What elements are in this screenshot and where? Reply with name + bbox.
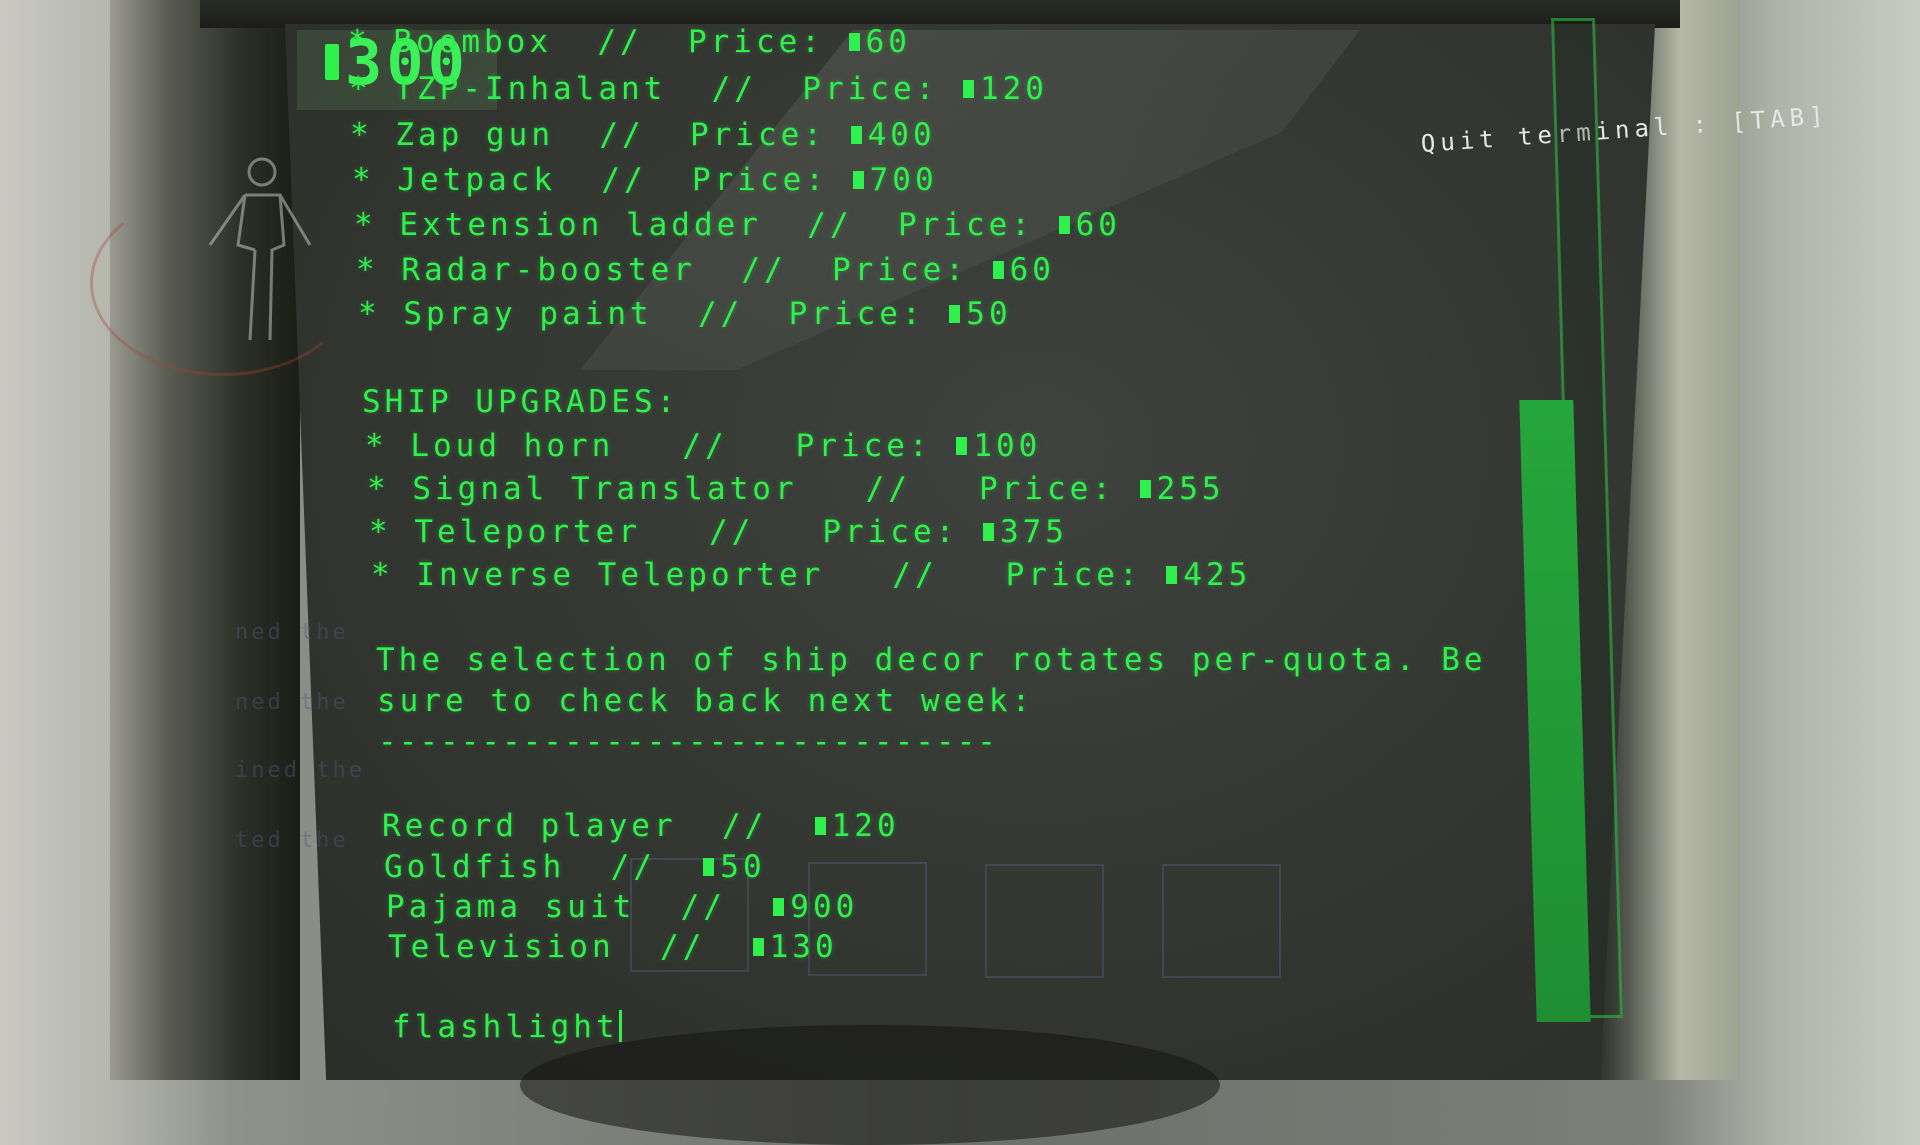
credits-icon [773, 898, 785, 916]
background-text: ted the [235, 828, 349, 853]
credits-icon [992, 261, 1004, 279]
store-item: * Boombox // Price: 60 [348, 24, 911, 60]
store-item: * TZP-Inhalant // Price: 120 [349, 71, 1048, 107]
text-cursor [618, 1010, 622, 1042]
credits-icon [949, 305, 961, 323]
foreground-shadow [520, 1025, 1220, 1145]
store-item: * Jetpack // Price: 700 [352, 162, 938, 198]
credits-icon [814, 817, 826, 835]
credits-icon [982, 523, 994, 541]
decor-note-line: The selection of ship decor rotates per-… [376, 642, 1487, 678]
store-item: * Extension ladder // Price: 60 [354, 207, 1121, 243]
credits-icon [1139, 480, 1151, 498]
decor-item: Television // 130 [388, 929, 838, 965]
upgrade-item: * Inverse Teleporter // Price: 425 [371, 557, 1252, 593]
background-text: ned the [235, 620, 349, 645]
background-text: ned the [235, 690, 349, 715]
decor-note-line: sure to check back next week: [377, 683, 1035, 719]
credits-icon [703, 858, 715, 876]
credits-icon [852, 171, 864, 189]
player-figure-icon [208, 157, 312, 341]
credits-icon [850, 126, 862, 144]
background-text: ined the [235, 758, 365, 783]
credits-icon [325, 44, 339, 80]
credits-icon [848, 33, 860, 51]
credits-icon [1058, 216, 1070, 234]
decor-item: Goldfish // 50 [384, 849, 766, 885]
terminal-input-value: flashlight [392, 1009, 619, 1045]
upgrade-item: * Signal Translator // Price: 255 [367, 471, 1225, 507]
upgrades-heading: SHIP UPGRADES: [362, 384, 680, 420]
credits-icon [752, 938, 764, 956]
credits-icon [956, 437, 968, 455]
decor-item: Record player // 120 [382, 808, 900, 844]
decor-item: Pajama suit // 900 [386, 889, 859, 925]
divider: ------------------------------ [378, 724, 998, 760]
upgrade-item: * Loud horn // Price: 100 [365, 428, 1042, 464]
credits-icon [1166, 566, 1178, 584]
upgrade-item: * Teleporter // Price: 375 [369, 514, 1068, 550]
store-item: * Spray paint // Price: 50 [358, 296, 1012, 332]
terminal-input[interactable]: flashlight [392, 1009, 622, 1045]
store-item: * Radar-booster // Price: 60 [356, 252, 1055, 288]
store-item: * Zap gun // Price: 400 [350, 117, 936, 153]
credits-icon [962, 80, 974, 98]
